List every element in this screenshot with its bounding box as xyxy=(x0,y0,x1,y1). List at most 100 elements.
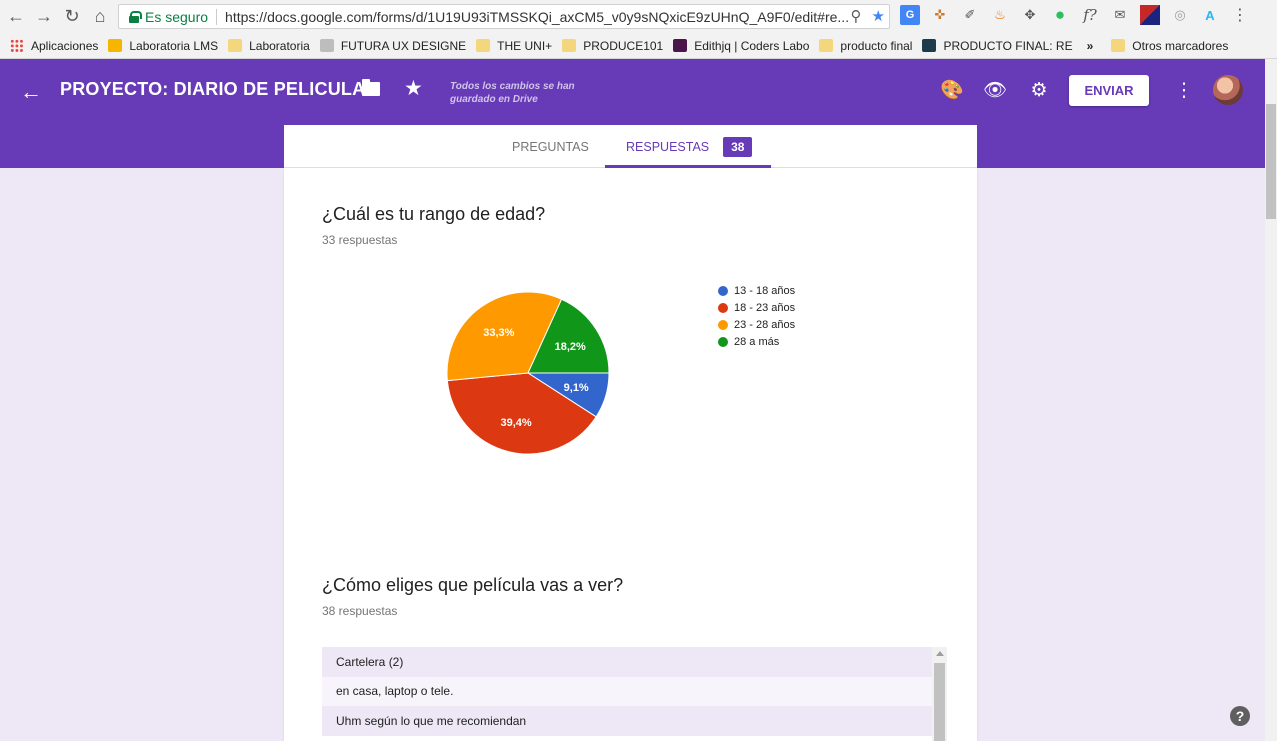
security-label: Es seguro xyxy=(145,8,218,25)
tab-questions[interactable]: PREGUNTAS xyxy=(512,125,589,168)
formula-icon[interactable]: f? xyxy=(1080,5,1100,25)
legend-swatch xyxy=(718,336,728,347)
legend-label: 13 - 18 años xyxy=(734,284,796,297)
lock-icon xyxy=(129,10,142,23)
bookmark-label: Laboratoria LMS xyxy=(129,38,219,53)
preview-eye-icon[interactable]: 👁 xyxy=(983,79,1007,101)
zoom-icon[interactable]: ⚲ xyxy=(851,7,862,25)
age-pie-chart: 9,1% 39,4% 33,3% 18,2% xyxy=(446,291,610,455)
bookmark-label: PRODUCTO FINAL: RE xyxy=(943,38,1073,53)
back-icon[interactable]: ← xyxy=(2,3,30,31)
bookmark-label: FUTURA UX DESIGNE xyxy=(340,38,467,53)
page-scroll-thumb[interactable] xyxy=(1266,104,1276,219)
laboratoria-icon xyxy=(108,39,123,52)
site-icon xyxy=(319,39,334,52)
list-item: Uhm según lo que me recomiendan xyxy=(322,706,932,736)
bookmark-other[interactable]: Otros marcadores xyxy=(1111,39,1228,53)
url-text[interactable]: https://docs.google.com/forms/d/1U19U93i… xyxy=(225,9,849,25)
bookmark-apps[interactable]: Aplicaciones xyxy=(10,39,98,53)
address-bar[interactable]: Es seguro https://docs.google.com/forms/… xyxy=(118,4,890,29)
back-arrow-icon[interactable]: ← xyxy=(20,79,42,105)
legend-label: 18 - 23 años xyxy=(734,301,796,314)
page-scrollbar[interactable] xyxy=(1265,59,1277,741)
flag-icon[interactable] xyxy=(1140,5,1160,25)
folder-icon xyxy=(1111,39,1126,52)
map-pin-icon[interactable]: ◎ xyxy=(1170,5,1190,25)
java-icon[interactable]: ♨ xyxy=(990,5,1010,25)
google-translate-icon[interactable]: G xyxy=(900,5,920,25)
bookmark-futura[interactable]: FUTURA UX DESIGNE xyxy=(319,38,467,53)
scroll-up-icon[interactable] xyxy=(936,651,944,656)
responses-count-badge: 38 xyxy=(723,136,753,157)
hammer-icon[interactable]: ✜ xyxy=(930,5,950,25)
legend-entry: 28 a más xyxy=(718,333,795,350)
legend-swatch xyxy=(718,285,728,296)
bookmark-label: Otros marcadores xyxy=(1132,38,1229,53)
question-title: ¿Cómo eliges que película vas a ver? xyxy=(322,575,624,595)
menu-kebab-icon[interactable]: ⋮ xyxy=(1230,5,1250,25)
legend-label: 28 a más xyxy=(734,335,780,348)
legend-entry: 23 - 28 años xyxy=(718,316,795,333)
legend-entry: 13 - 18 años xyxy=(718,282,795,299)
forward-icon[interactable]: → xyxy=(30,3,58,31)
gmail-icon[interactable]: ✉ xyxy=(1110,5,1130,25)
browser-toolbar: ← → ↻ ⌂ Es seguro https://docs.google.co… xyxy=(0,0,1277,33)
bookmark-label: THE UNI+ xyxy=(497,38,553,53)
tabs-bar: PREGUNTAS RESPUESTAS 38 xyxy=(284,125,977,168)
slice-data-label: 18,2% xyxy=(555,341,586,353)
slice-data-label: 9,1% xyxy=(564,382,589,394)
legend-entry: 18 - 23 años xyxy=(718,299,795,316)
help-icon[interactable]: ? xyxy=(1230,706,1250,726)
list-item: en casa, laptop o tele. xyxy=(322,676,932,706)
home-icon[interactable]: ⌂ xyxy=(86,3,114,31)
bookmark-producto-final[interactable]: producto final xyxy=(819,39,912,53)
reload-icon[interactable]: ↻ xyxy=(58,3,86,31)
more-options-icon[interactable]: ⋮ xyxy=(1173,79,1195,101)
bookmark-produce101[interactable]: PRODUCE101 xyxy=(562,39,663,53)
avatar[interactable] xyxy=(1213,75,1243,105)
bookmark-laboratoria-lms[interactable]: Laboratoria LMS xyxy=(108,39,218,53)
bookmark-label: PRODUCE101 xyxy=(583,38,664,53)
folder-icon xyxy=(562,39,577,52)
question-title: ¿Cuál es tu rango de edad? xyxy=(322,204,546,224)
scroll-thumb[interactable] xyxy=(934,663,945,741)
star-icon[interactable]: ★ xyxy=(404,76,423,101)
hash-icon xyxy=(673,39,688,52)
bookmark-star-icon[interactable]: ★ xyxy=(872,7,885,25)
bookmark-label: producto final xyxy=(840,38,913,53)
send-button[interactable]: ENVIAR xyxy=(1069,75,1149,106)
bookmark-laboratoria[interactable]: Laboratoria xyxy=(228,39,310,53)
bookmark-the-uni[interactable]: THE UNI+ xyxy=(476,39,552,53)
tab-label: PREGUNTAS xyxy=(512,139,589,154)
response-count: 33 respuestas xyxy=(322,233,398,247)
legend-swatch xyxy=(718,319,728,330)
apps-grid-icon xyxy=(10,39,24,52)
folder-icon xyxy=(228,39,243,52)
move-icon[interactable]: ✥ xyxy=(1020,5,1040,25)
bookmarks-overflow-button[interactable]: » xyxy=(1087,39,1094,53)
legend-label: 23 - 28 años xyxy=(734,318,796,331)
extension-a-icon[interactable]: A xyxy=(1200,5,1220,25)
bookmark-coders-lab[interactable]: Edithjq | Coders Labo xyxy=(673,39,809,53)
bookmarks-bar: Aplicaciones Laboratoria LMS Laboratoria… xyxy=(0,33,1277,59)
bookmark-producto-final-re[interactable]: PRODUCTO FINAL: RE xyxy=(922,38,1073,53)
slice-data-label: 33,3% xyxy=(483,327,514,339)
move-to-folder-icon[interactable] xyxy=(362,79,380,96)
folder-icon xyxy=(476,39,491,52)
save-status: Todos los cambios se han guardado en Dri… xyxy=(450,81,575,105)
tab-responses[interactable]: RESPUESTAS 38 xyxy=(626,125,753,168)
chart-legend: 13 - 18 años 18 - 23 años 23 - 28 años 28 a… xyxy=(718,282,795,350)
folder-icon xyxy=(819,39,834,52)
bookmark-label: Aplicaciones xyxy=(31,38,99,53)
answers-scrollbar[interactable] xyxy=(932,647,947,741)
slice-data-label: 39,4% xyxy=(501,417,532,429)
form-title: PROYECTO: DIARIO DE PELICULAS xyxy=(60,79,378,99)
settings-gear-icon[interactable]: ⚙ xyxy=(1028,79,1050,101)
eyedropper-icon[interactable]: ✐ xyxy=(960,5,980,25)
bookmark-label: Laboratoria xyxy=(249,38,310,53)
list-item: Cartelera (2) xyxy=(322,647,932,677)
evernote-icon[interactable]: ● xyxy=(1050,5,1070,25)
overflow-label: » xyxy=(1086,38,1094,53)
answers-list: Cartelera (2) en casa, laptop o tele. Uh… xyxy=(322,647,932,741)
palette-icon[interactable]: 🎨 xyxy=(940,79,964,101)
